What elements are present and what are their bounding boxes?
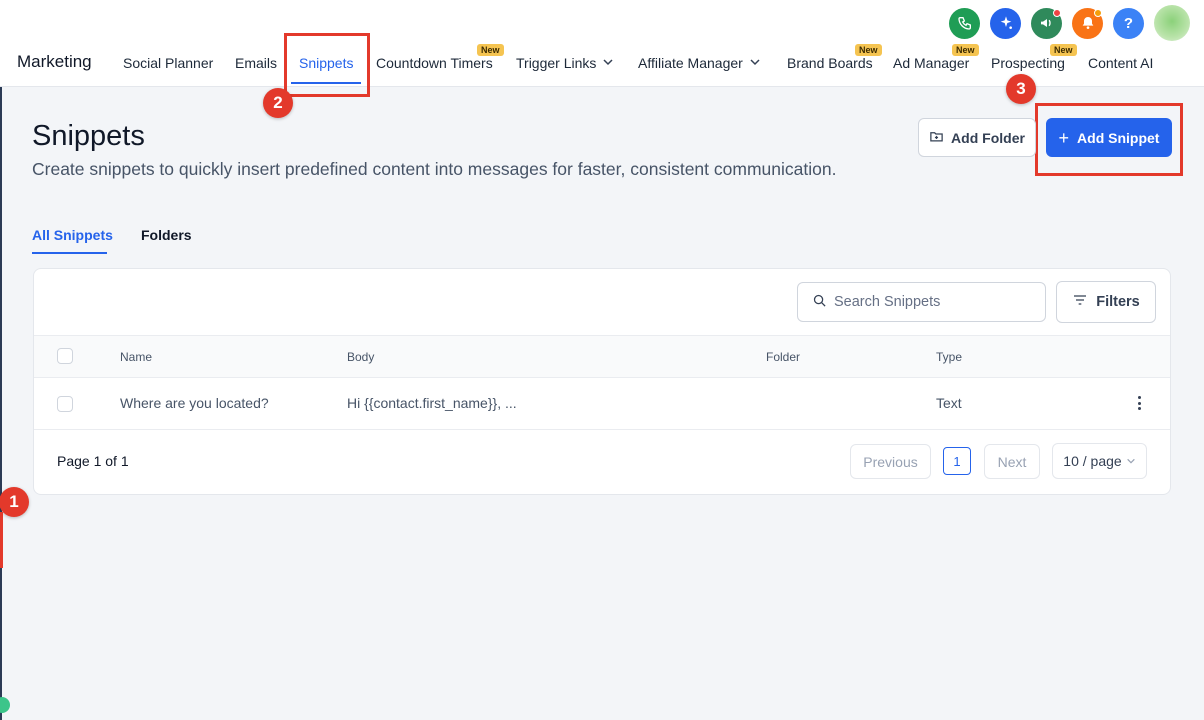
sparkle-icon[interactable] <box>990 7 1021 39</box>
tab-all-snippets[interactable]: All Snippets <box>32 227 113 243</box>
snippets-table-card: Search Snippets Filters Name Body Folder… <box>33 268 1171 495</box>
column-header-folder[interactable]: Folder <box>766 350 800 364</box>
previous-page-button[interactable]: Previous <box>850 444 931 479</box>
page-title: Snippets <box>32 120 145 152</box>
nav-countdown-timers[interactable]: Countdown Timers <box>376 55 493 71</box>
phone-icon[interactable] <box>949 7 980 39</box>
notification-dot <box>1094 8 1102 17</box>
plus-icon: + <box>1058 127 1070 148</box>
chevron-down-icon <box>602 55 614 71</box>
megaphone-icon[interactable] <box>1031 7 1062 39</box>
annotation-mark-left <box>0 512 3 568</box>
avatar[interactable] <box>1154 5 1190 41</box>
status-dot <box>0 697 10 713</box>
new-badge: New <box>477 44 504 56</box>
filters-button[interactable]: Filters <box>1056 281 1156 323</box>
more-options-icon[interactable] <box>1134 394 1144 412</box>
search-input[interactable]: Search Snippets <box>797 282 1046 322</box>
annotation-box-snippets <box>284 33 370 97</box>
next-page-button[interactable]: Next <box>984 444 1040 479</box>
annotation-number-3: 3 <box>1006 74 1036 104</box>
page-info: Page 1 of 1 <box>57 453 129 469</box>
row-body: Hi {{contact.first_name}}, ... <box>347 395 517 411</box>
page-subtitle: Create snippets to quickly insert predef… <box>32 159 837 179</box>
chevron-down-icon <box>749 55 761 71</box>
nav-social-planner[interactable]: Social Planner <box>123 55 213 71</box>
page-size-select[interactable]: 10 / page <box>1052 443 1147 479</box>
nav-brand-boards[interactable]: Brand Boards <box>787 55 873 71</box>
column-header-body[interactable]: Body <box>347 350 374 364</box>
column-header-type[interactable]: Type <box>936 350 962 364</box>
nav-content-ai[interactable]: Content AI <box>1088 55 1153 71</box>
nav-prospecting[interactable]: Prospecting <box>991 55 1065 71</box>
nav-affiliate-manager[interactable]: Affiliate Manager <box>638 55 761 71</box>
new-badge: New <box>1050 44 1077 56</box>
brand-title: Marketing <box>17 52 92 71</box>
filter-icon <box>1072 292 1088 312</box>
tab-active-indicator <box>32 252 107 254</box>
top-icons: ? <box>949 5 1190 41</box>
chevron-down-icon <box>1126 453 1136 469</box>
search-icon <box>812 293 827 312</box>
annotation-number-1: 1 <box>0 487 29 517</box>
annotation-number-2: 2 <box>263 88 293 118</box>
table-row[interactable]: Where are you located? Hi {{contact.firs… <box>34 378 1170 430</box>
nav-ad-manager[interactable]: Ad Manager <box>893 55 969 71</box>
notification-dot <box>1053 8 1061 17</box>
row-type: Text <box>936 395 962 411</box>
nav-emails[interactable]: Emails <box>235 55 277 71</box>
new-badge: New <box>855 44 882 56</box>
nav-trigger-links[interactable]: Trigger Links <box>516 55 614 71</box>
page-number-button[interactable]: 1 <box>943 447 971 475</box>
select-all-checkbox[interactable] <box>57 348 73 364</box>
row-checkbox[interactable] <box>57 396 73 412</box>
tab-folders[interactable]: Folders <box>141 227 192 243</box>
add-snippet-button[interactable]: + Add Snippet <box>1046 118 1172 157</box>
table-header: Name Body Folder Type <box>34 335 1170 378</box>
row-name[interactable]: Where are you located? <box>120 395 269 411</box>
folder-plus-icon <box>929 129 944 147</box>
new-badge: New <box>952 44 979 56</box>
column-header-name[interactable]: Name <box>120 350 152 364</box>
add-folder-button[interactable]: Add Folder <box>918 118 1036 157</box>
help-icon[interactable]: ? <box>1113 7 1144 39</box>
bell-icon[interactable] <box>1072 7 1103 39</box>
window-edge <box>0 0 2 720</box>
